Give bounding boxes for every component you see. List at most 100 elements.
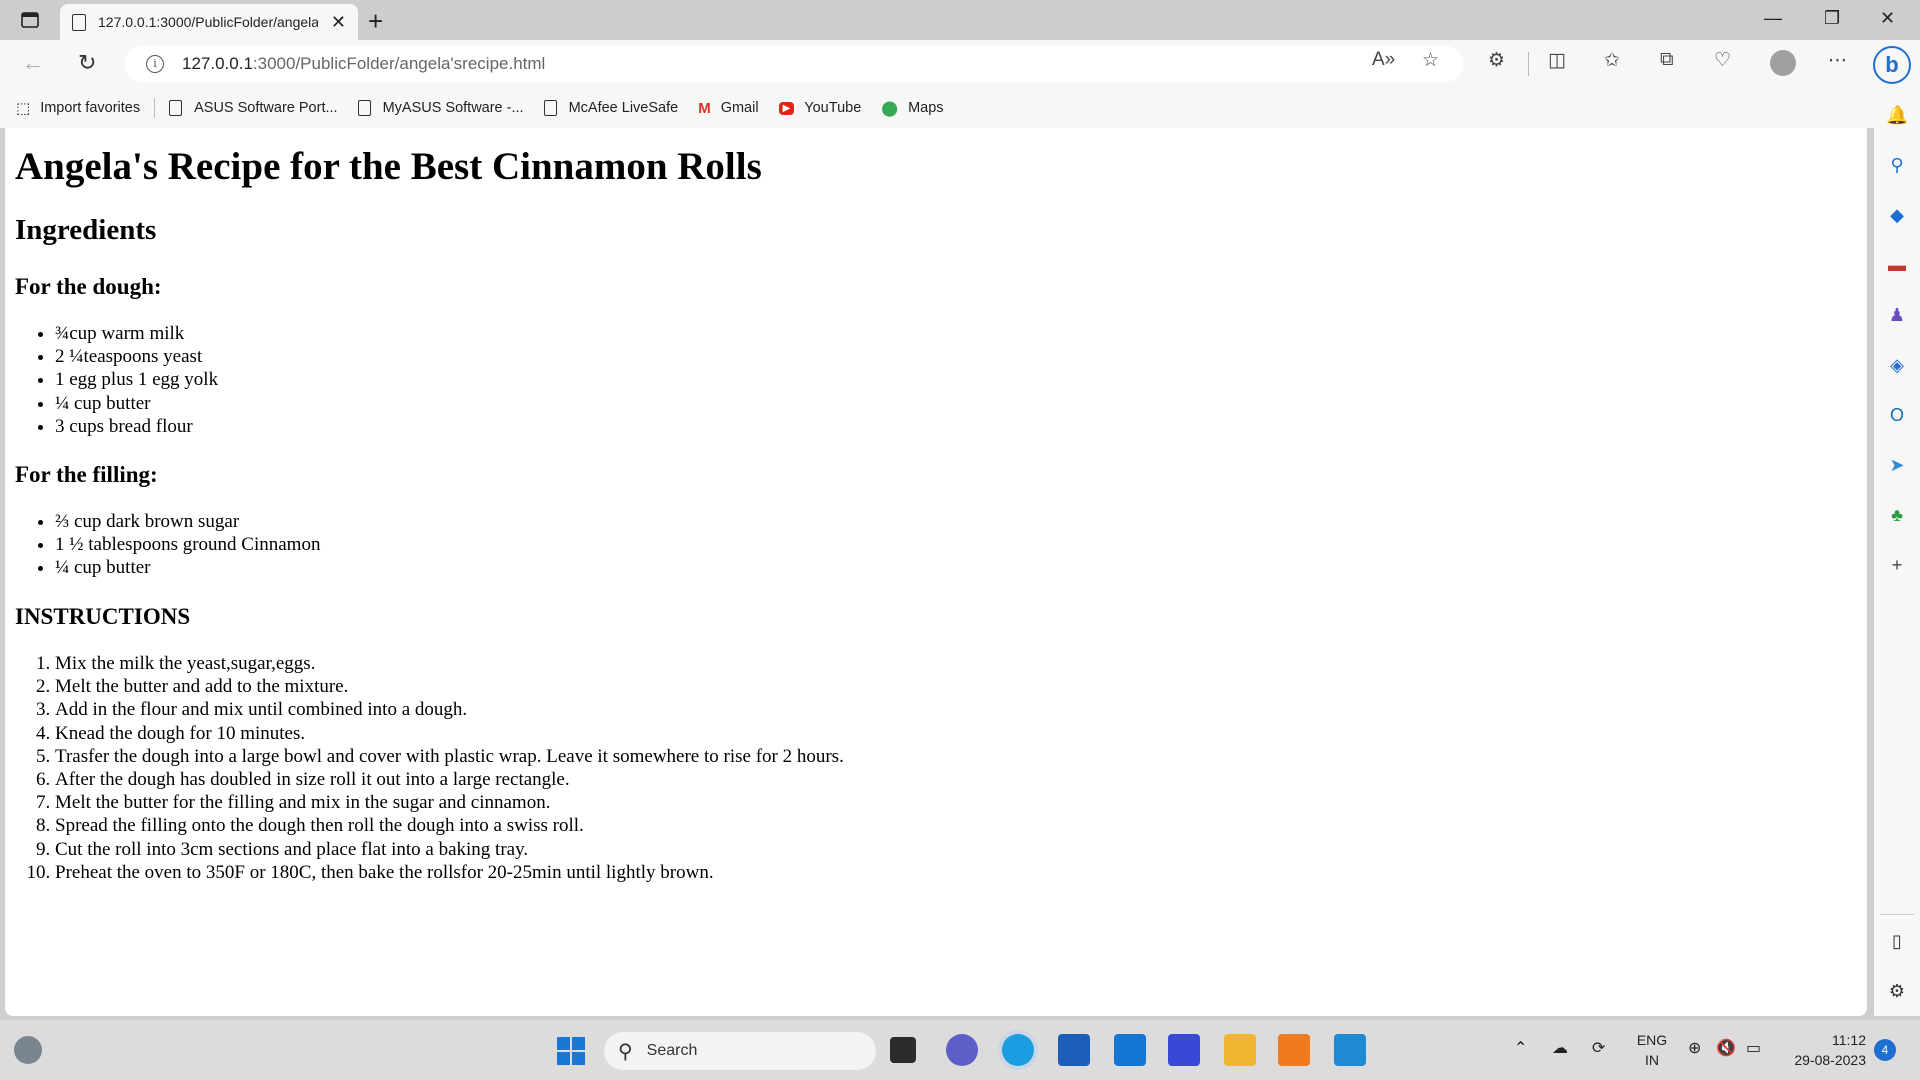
battery-icon[interactable]: ▭ (1746, 1038, 1761, 1058)
site-info-icon[interactable]: i (146, 55, 164, 73)
filling-list: ⅔ cup dark brown sugar 1 ½ tablespoons g… (55, 510, 320, 580)
fav-youtube[interactable]: ▶ YouTube (778, 100, 861, 116)
list-item: ⅔ cup dark brown sugar (55, 510, 320, 533)
tab-strip: 127.0.0.1:3000/PublicFolder/angela'sreci… (0, 0, 1920, 40)
page-content: Angela's Recipe for the Best Cinnamon Ro… (5, 128, 1867, 1016)
split-screen-icon[interactable]: ◫ (1548, 49, 1566, 72)
tab-actions-icon (21, 12, 39, 28)
fav-gmail[interactable]: M Gmail (698, 100, 758, 117)
fav-mcafee-livesafe[interactable]: McAfee LiveSafe (543, 100, 678, 116)
fav-asus-software-portal[interactable]: ASUS Software Port... (169, 100, 338, 116)
list-item: Melt the butter and add to the mixture. (55, 675, 844, 698)
address-toolbar: ← ↻ i 127.0.0.1:3000/PublicFolder/angela… (0, 40, 1920, 88)
extensions-icon[interactable]: ⚙ (1488, 49, 1505, 72)
vscode-icon[interactable] (1334, 1034, 1366, 1066)
chevron-up-icon[interactable]: ⌃ (1514, 1038, 1527, 1058)
instructions-heading: INSTRUCTIONS (15, 604, 191, 629)
tree-icon[interactable]: ♣ (1886, 504, 1908, 526)
edge-sidebar: 🔔 ⚲ ◆ ▬ ♟ ◈ O ➤ ♣ + ▯ ⚙ (1874, 88, 1920, 1016)
restore-button[interactable]: ❐ (1824, 8, 1840, 29)
list-item: ¾cup warm milk (55, 322, 218, 345)
games-icon[interactable]: ♟ (1886, 304, 1908, 326)
search-icon: ⚲ (618, 1040, 633, 1063)
fav-import-favorites[interactable]: ⬚ Import favorites (16, 99, 140, 117)
start-icon[interactable] (557, 1037, 585, 1065)
taskbar-search[interactable]: ⚲ Search (604, 1032, 876, 1070)
toolbar-divider (1528, 52, 1529, 76)
favorites-icon[interactable]: ✩ (1604, 49, 1620, 72)
notification-badge[interactable]: 4 (1874, 1039, 1896, 1061)
task-view-icon[interactable] (890, 1037, 916, 1063)
profile-avatar[interactable] (1770, 50, 1796, 76)
youtube-icon: ▶ (778, 101, 795, 115)
list-item: 3 cups bread flour (55, 415, 218, 438)
clock[interactable]: 11:12 29-08-2023 (1780, 1030, 1866, 1070)
teams-chat-icon[interactable] (946, 1034, 978, 1066)
search-icon[interactable]: ⚲ (1886, 154, 1908, 176)
fav-maps[interactable]: ⬤ Maps (881, 99, 943, 117)
copilot-icon[interactable]: b (1873, 46, 1911, 84)
taskbar: ⚲ Search ⌃ ☁ ⟳ ENG IN ⊕ 🔇 ▭ 11:12 29-08-… (0, 1020, 1920, 1080)
sidebar-divider (1880, 914, 1914, 915)
dough-list: ¾cup warm milk 2 ¼teaspoons yeast 1 egg … (55, 322, 218, 438)
list-item: 2 ¼teaspoons yeast (55, 345, 218, 368)
file-explorer-icon[interactable] (1224, 1034, 1256, 1066)
import-icon: ⬚ (16, 100, 31, 117)
close-window-button[interactable]: ✕ (1880, 8, 1895, 29)
back-button[interactable]: ← (22, 50, 44, 76)
notifications-bell-icon[interactable]: 🔔 (1886, 104, 1908, 126)
list-item: ¼ cup butter (55, 556, 320, 579)
list-item: 1 ½ tablespoons ground Cinnamon (55, 533, 320, 556)
list-item: Melt the butter for the filling and mix … (55, 791, 844, 814)
shopping-tag-icon[interactable]: ◆ (1886, 204, 1908, 226)
minimize-button[interactable]: — (1764, 8, 1782, 29)
close-tab-icon[interactable]: ✕ (331, 12, 346, 33)
list-item: Preheat the oven to 350F or 180C, then b… (55, 861, 844, 884)
gmail-icon: M (698, 99, 711, 117)
list-item: Spread the filling onto the dough then r… (55, 814, 844, 837)
address-bar[interactable]: i 127.0.0.1:3000/PublicFolder/angela'sre… (124, 46, 1464, 82)
settings-more-icon[interactable]: ⋯ (1828, 49, 1847, 72)
mail-icon[interactable] (1114, 1034, 1146, 1066)
clock-time: 11:12 (1832, 1032, 1866, 1048)
tools-icon[interactable]: ▬ (1886, 254, 1908, 276)
outlook-icon[interactable]: O (1886, 404, 1908, 426)
page-title: Angela's Recipe for the Best Cinnamon Ro… (15, 145, 762, 188)
read-aloud-icon[interactable]: A» (1372, 49, 1395, 71)
language-indicator[interactable]: ENG IN (1634, 1030, 1670, 1070)
drop-icon[interactable]: ➤ (1886, 454, 1908, 476)
new-tab-button[interactable]: + (368, 6, 383, 37)
dough-heading: For the dough: (15, 274, 162, 299)
collections-icon[interactable]: ⧉ (1660, 49, 1674, 71)
list-item: ¼ cup butter (55, 392, 218, 415)
sync-icon[interactable]: ⟳ (1592, 1038, 1605, 1058)
browser-essentials-icon[interactable]: ♡ (1714, 49, 1731, 72)
app-icon[interactable] (1168, 1034, 1200, 1066)
edge-icon[interactable] (1002, 1034, 1034, 1066)
fav-myasus-software[interactable]: MyASUS Software -... (357, 100, 524, 116)
tab-title: 127.0.0.1:3000/PublicFolder/angela'sreci… (98, 14, 318, 30)
list-item: Cut the roll into 3cm sections and place… (55, 838, 844, 861)
browser-tab[interactable]: 127.0.0.1:3000/PublicFolder/angela'sreci… (60, 4, 358, 40)
add-sidebar-app-icon[interactable]: + (1886, 554, 1908, 576)
volume-muted-icon[interactable]: 🔇 (1716, 1038, 1736, 1058)
maps-icon: ⬤ (881, 100, 899, 117)
weather-widget-icon[interactable] (14, 1036, 42, 1064)
tab-actions-button[interactable] (14, 8, 46, 32)
cloud-icon[interactable]: ☁ (1552, 1038, 1568, 1058)
list-item: Add in the flour and mix until combined … (55, 698, 844, 721)
microsoft-365-icon[interactable]: ◈ (1886, 354, 1908, 376)
sidebar-settings-icon[interactable]: ⚙ (1886, 980, 1908, 1002)
store-icon[interactable] (1058, 1034, 1090, 1066)
ingredients-heading: Ingredients (15, 214, 157, 246)
refresh-button[interactable]: ↻ (78, 50, 96, 76)
network-globe-icon[interactable]: ⊕ (1688, 1038, 1701, 1058)
xampp-icon[interactable] (1278, 1034, 1310, 1066)
hide-sidebar-icon[interactable]: ▯ (1886, 930, 1908, 952)
favorite-star-icon[interactable]: ☆ (1422, 49, 1439, 72)
page-icon (357, 100, 371, 116)
clock-date: 29-08-2023 (1794, 1052, 1866, 1068)
list-item: 1 egg plus 1 egg yolk (55, 368, 218, 391)
filling-heading: For the filling: (15, 462, 158, 487)
list-item: Trasfer the dough into a large bowl and … (55, 745, 844, 768)
